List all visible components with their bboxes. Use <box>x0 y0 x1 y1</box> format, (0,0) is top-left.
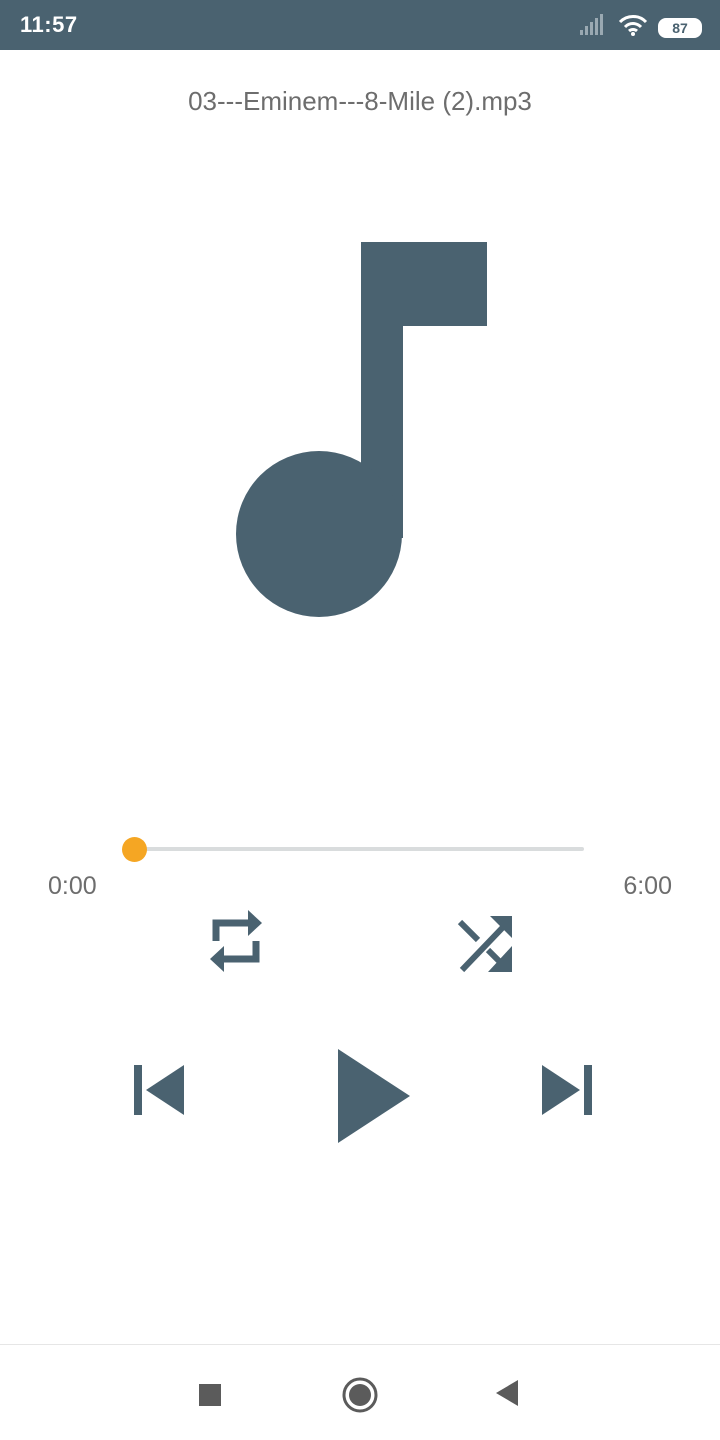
back-button[interactable] <box>492 1377 522 1409</box>
seek-thumb[interactable] <box>122 837 147 862</box>
elapsed-time: 0:00 <box>48 872 97 900</box>
status-time: 11:57 <box>20 12 78 37</box>
signal-icon <box>580 14 608 41</box>
recents-icon <box>199 1384 221 1406</box>
wifi-icon <box>618 14 648 41</box>
next-button[interactable] <box>530 1052 606 1128</box>
home-icon <box>342 1377 378 1413</box>
skip-previous-icon <box>134 1065 184 1115</box>
repeat-button[interactable] <box>200 906 272 978</box>
play-button[interactable] <box>322 1040 418 1152</box>
skip-next-icon <box>542 1065 592 1115</box>
navigation-bar <box>0 1344 720 1440</box>
music-player-screen: 11:57 87 03---Eminem---8-Mile (2).mp3 0:… <box>0 0 720 1440</box>
track-title: 03---Eminem---8-Mile (2).mp3 <box>188 86 532 116</box>
seek-track <box>134 847 584 851</box>
home-button[interactable] <box>340 1375 380 1415</box>
battery-icon: 87 <box>658 17 702 38</box>
back-icon <box>496 1380 518 1406</box>
music-note-icon <box>230 240 490 620</box>
previous-button[interactable] <box>120 1052 196 1128</box>
status-icons: 87 <box>580 14 702 41</box>
status-bar: 11:57 87 <box>0 0 720 50</box>
play-icon <box>338 1049 410 1143</box>
recents-button[interactable] <box>196 1381 224 1409</box>
battery-level: 87 <box>672 19 688 36</box>
repeat-icon <box>210 910 262 972</box>
total-time: 6:00 <box>623 872 672 900</box>
shuffle-button[interactable] <box>448 906 520 978</box>
seek-bar[interactable] <box>120 834 590 864</box>
shuffle-icon <box>457 916 512 973</box>
